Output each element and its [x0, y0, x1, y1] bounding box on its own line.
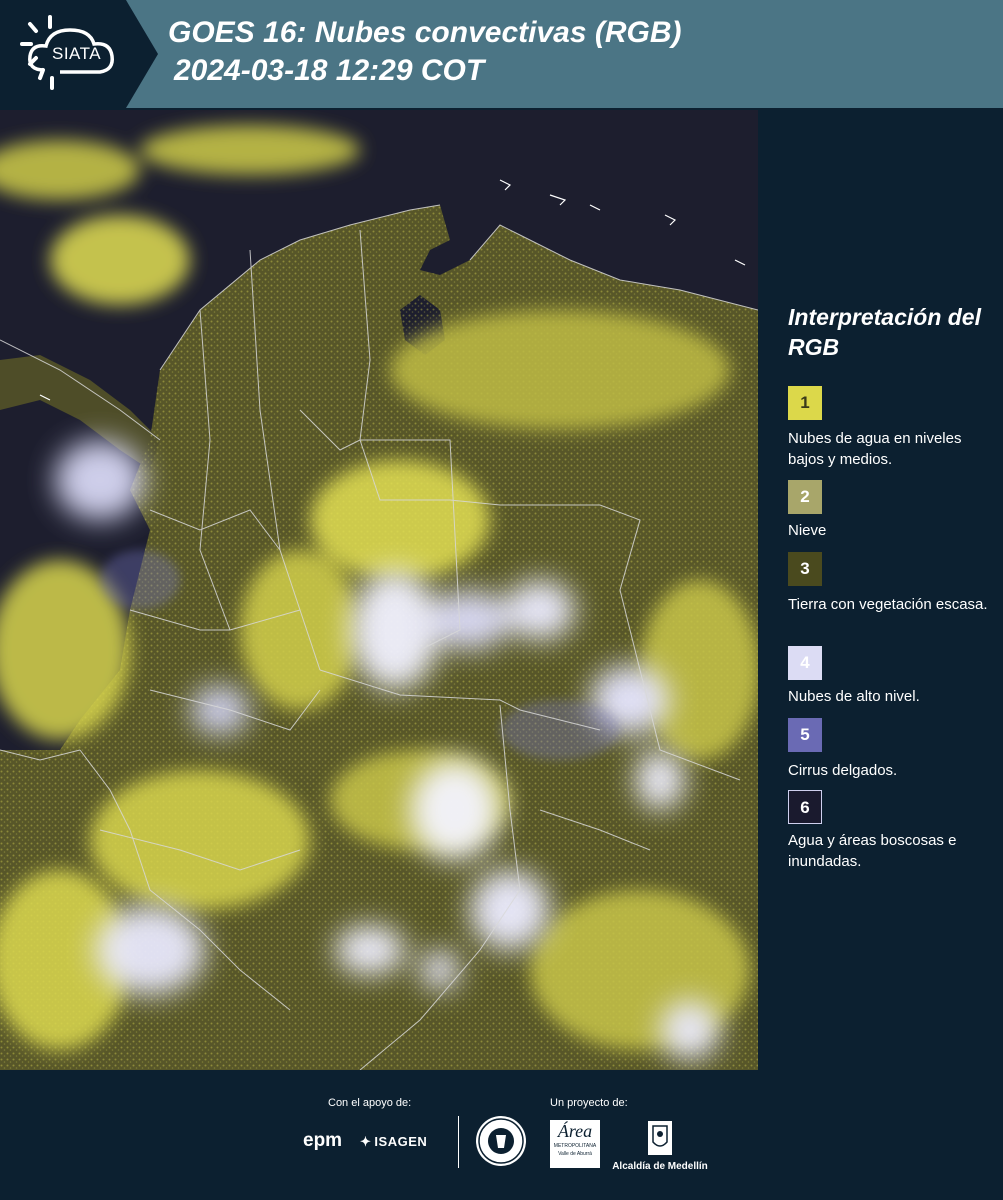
satellite-image	[0, 110, 758, 1070]
legend-swatch-1: 1	[788, 386, 822, 420]
legend-title: Interpretación del RGB	[788, 304, 981, 360]
title-text: GOES 16: Nubes convectivas (RGB)	[168, 16, 682, 49]
isagen-icon: ✦	[360, 1134, 372, 1149]
footer-divider	[458, 1116, 459, 1168]
siata-logo[interactable]: SIATA	[0, 0, 158, 108]
legend-number: 5	[800, 725, 810, 744]
epm-logo-text: epm	[303, 1130, 343, 1151]
legend-label-6: Agua y áreas boscosas e inundadas.	[788, 832, 957, 870]
legend-swatch-2: 2	[788, 480, 822, 514]
coat-of-arms-icon	[648, 1121, 672, 1155]
legend-number: 4	[800, 653, 810, 672]
header: SIATA GOES 16: Nubes convectivas (RGB) 2…	[0, 0, 1003, 108]
legend-number: 6	[800, 798, 810, 817]
legend-swatch-3: 3	[788, 552, 822, 586]
legend-label-1: Nubes de agua en niveles bajos y medios.	[788, 430, 962, 468]
area-metropolitana-logo[interactable]: Área METROPOLITANA Valle de Aburrá	[550, 1120, 600, 1168]
legend-label-5: Cirrus delgados.	[788, 762, 898, 779]
satellite-map[interactable]	[0, 110, 758, 1070]
alcaldia-text: Alcaldía de Medellín	[612, 1161, 708, 1172]
area-sub2-text: Valle de Aburrá	[558, 1151, 592, 1157]
page-title: GOES 16: Nubes convectivas (RGB) 2024-03…	[168, 14, 682, 90]
area-logo-text: Área	[557, 1121, 593, 1141]
project-label: Un proyecto de:	[550, 1097, 628, 1109]
legend-number: 3	[800, 559, 810, 578]
legend-number: 2	[800, 487, 810, 506]
alcaldia-logo[interactable]: Alcaldía de Medellín	[612, 1120, 708, 1172]
isagen-logo-text: ISAGEN	[374, 1134, 428, 1149]
legend-swatch-5: 5	[788, 718, 822, 752]
legend-panel: Interpretación del RGB 1 Nubes de agua e…	[762, 110, 1003, 1070]
footer: Con el apoyo de: Un proyecto de: epm ✦ IS…	[0, 1070, 1003, 1200]
legend-label-4: Nubes de alto nivel.	[788, 688, 920, 705]
support-label: Con el apoyo de:	[328, 1097, 412, 1109]
legend-number: 1	[800, 393, 810, 412]
siata-logo-text: SIATA	[52, 44, 102, 63]
legend-label-2: Nieve	[788, 522, 827, 539]
epm-logo[interactable]: epm	[303, 1130, 342, 1152]
legend-swatch-4: 4	[788, 646, 822, 680]
area-sub-text: METROPOLITANA	[553, 1143, 597, 1149]
legend-swatch-6: 6	[788, 790, 822, 824]
isagen-logo[interactable]: ✦ ISAGEN	[360, 1134, 427, 1150]
seal-icon	[478, 1118, 524, 1164]
medellin-seal-logo[interactable]	[476, 1116, 526, 1166]
timestamp: 2024-03-18 12:29 COT	[174, 54, 485, 87]
legend-label-3: Tierra con vegetación escasa.	[788, 596, 988, 613]
